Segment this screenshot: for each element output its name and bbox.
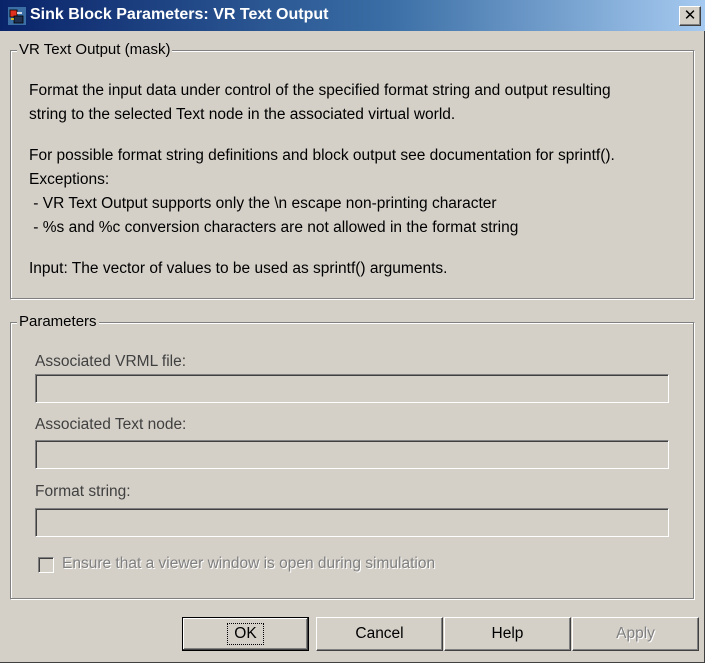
simulink-block-icon xyxy=(8,7,26,25)
mask-description-group: VR Text Output (mask) Format the input d… xyxy=(10,41,695,300)
description-line: For possible format string definitions a… xyxy=(29,147,615,164)
description-line: - %s and %c conversion characters are no… xyxy=(29,219,519,236)
parameters-group-legend: Parameters xyxy=(17,313,99,330)
ok-button-label: OK xyxy=(227,623,264,645)
cancel-button[interactable]: Cancel xyxy=(316,617,443,651)
viewer-window-checkbox-label: Ensure that a viewer window is open duri… xyxy=(62,555,436,572)
description-line: string to the selected Text node in the … xyxy=(29,106,456,123)
format-string-field[interactable] xyxy=(35,508,669,537)
description-line: Input: The vector of values to be used a… xyxy=(29,260,448,277)
viewer-window-checkbox[interactable] xyxy=(38,557,54,573)
window-title: Sink Block Parameters: VR Text Output xyxy=(30,6,329,23)
apply-button-label: Apply xyxy=(616,625,655,642)
description-line: Exceptions: xyxy=(29,171,110,188)
text-node-field[interactable] xyxy=(35,440,669,469)
dialog-window: Sink Block Parameters: VR Text Output ✕ … xyxy=(0,0,705,663)
description-line: - VR Text Output supports only the \n es… xyxy=(29,195,497,212)
close-icon: ✕ xyxy=(683,6,697,24)
title-bar[interactable]: Sink Block Parameters: VR Text Output ✕ xyxy=(0,0,705,31)
help-button[interactable]: Help xyxy=(444,617,571,651)
parameters-group: Parameters Associated VRML file: Associa… xyxy=(10,313,695,600)
vrml-file-label: Associated VRML file: xyxy=(35,353,187,370)
mask-group-legend: VR Text Output (mask) xyxy=(17,41,173,58)
close-button[interactable]: ✕ xyxy=(679,6,701,26)
description-line: Format the input data under control of t… xyxy=(29,82,611,99)
text-node-label: Associated Text node: xyxy=(35,416,187,433)
help-button-label: Help xyxy=(491,625,524,642)
cancel-button-label: Cancel xyxy=(355,625,404,642)
vrml-file-field[interactable] xyxy=(35,374,669,403)
ok-button[interactable]: OK xyxy=(182,617,309,651)
apply-button: Apply xyxy=(572,617,699,651)
format-string-label: Format string: xyxy=(35,483,131,500)
